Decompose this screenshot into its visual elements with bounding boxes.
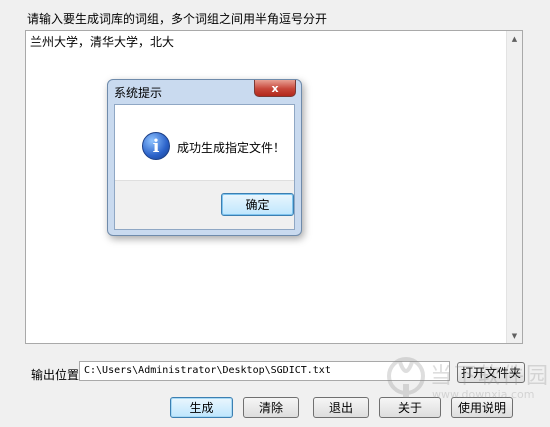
scroll-down-icon[interactable]: ▼ bbox=[507, 328, 522, 343]
exit-button[interactable]: 退出 bbox=[313, 397, 369, 418]
info-icon: i bbox=[142, 132, 170, 160]
phrase-input-text[interactable]: 兰州大学，清华大学，北大 bbox=[30, 33, 506, 50]
system-prompt-dialog: 系统提示 x i 成功生成指定文件！ 确定 bbox=[107, 79, 302, 236]
generate-button[interactable]: 生成 bbox=[170, 397, 233, 418]
watermark-logo-icon bbox=[387, 357, 425, 398]
ok-button[interactable]: 确定 bbox=[221, 193, 294, 216]
vertical-scrollbar[interactable]: ▲ ▼ bbox=[506, 31, 522, 343]
watermark: 当下软件园 www.downxia.com bbox=[386, 354, 550, 414]
dialog-message: 成功生成指定文件！ bbox=[177, 141, 286, 155]
dialog-body: i 成功生成指定文件！ 确定 bbox=[114, 104, 295, 230]
dialog-title: 系统提示 bbox=[114, 86, 163, 100]
clear-button[interactable]: 清除 bbox=[243, 397, 299, 418]
close-icon[interactable]: x bbox=[254, 80, 296, 97]
output-location-label: 输出位置 bbox=[31, 368, 80, 382]
watermark-title: 当下软件园 bbox=[430, 364, 550, 389]
dialog-footer: 确定 bbox=[115, 180, 294, 229]
watermark-url: www.downxia.com bbox=[432, 388, 535, 401]
scroll-up-icon[interactable]: ▲ bbox=[507, 31, 522, 46]
instruction-label: 请输入要生成词库的词组，多个词组之间用半角逗号分开 bbox=[27, 12, 328, 26]
